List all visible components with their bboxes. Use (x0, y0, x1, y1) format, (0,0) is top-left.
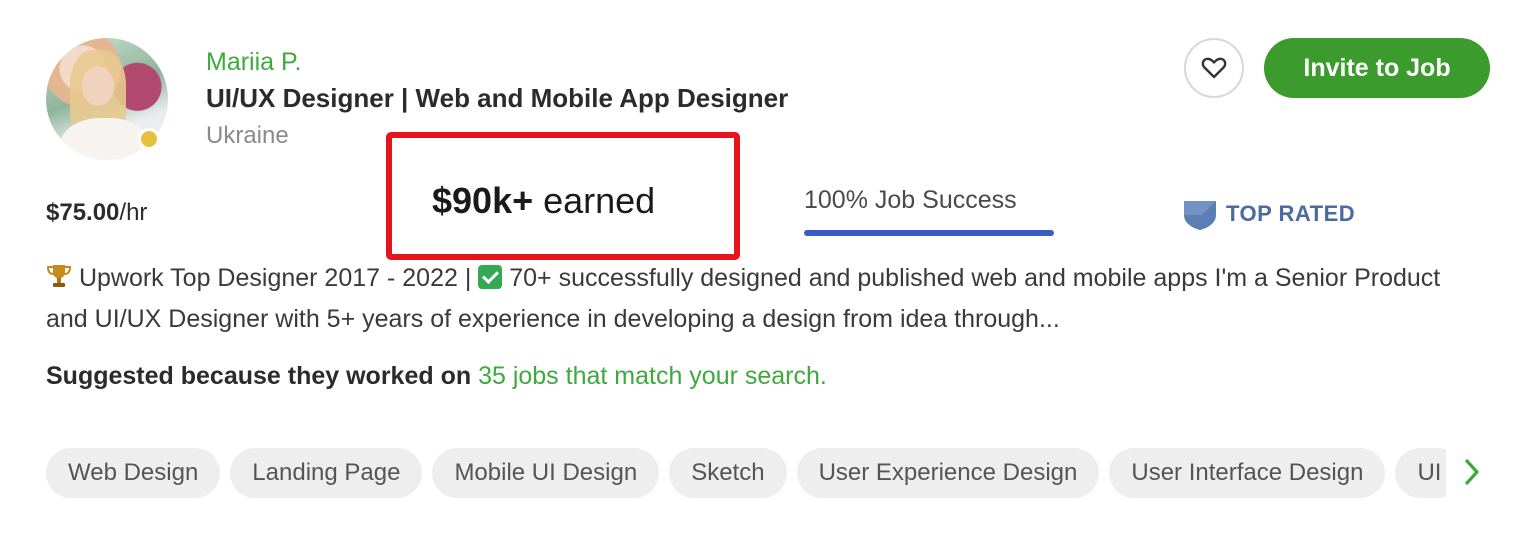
suggestion-prefix: Suggested because they worked on (46, 362, 479, 390)
earnings: $90k+ earned (432, 180, 655, 222)
skill-chip[interactable]: Web Design (46, 448, 221, 498)
avatar-face (82, 66, 114, 106)
hourly-rate: $75.00/hr (46, 199, 147, 227)
skill-chip[interactable]: UI (1395, 448, 1446, 498)
earnings-amount: $90k+ (432, 180, 534, 221)
earnings-label: earned (533, 180, 656, 221)
freelancer-name-link[interactable]: Mariia P. (206, 48, 301, 77)
top-rated-badge-icon (1184, 201, 1216, 230)
invite-to-job-button[interactable]: Invite to Job (1264, 38, 1490, 98)
heart-outline-icon (1201, 57, 1227, 79)
trophy-icon (46, 265, 72, 287)
matching-jobs-link[interactable]: 35 jobs that match your search. (478, 362, 827, 390)
suggestion-reason: Suggested because they worked on 35 jobs… (46, 362, 827, 391)
skill-chip[interactable]: Landing Page (230, 448, 423, 498)
hourly-rate-unit: /hr (119, 199, 148, 226)
job-success-bar (804, 230, 1054, 236)
skill-chip[interactable]: User Experience Design (796, 448, 1100, 498)
freelancer-location: Ukraine (206, 122, 289, 149)
freelancer-bio: Upwork Top Designer 2017 - 2022 | 70+ su… (46, 258, 1486, 340)
top-rated-badge: TOP RATED (1226, 201, 1356, 226)
skills-next-button[interactable] (1452, 452, 1492, 492)
checkmark-icon (478, 265, 503, 289)
skill-chip[interactable]: User Interface Design (1109, 448, 1386, 498)
bio-text-part1: Upwork Top Designer 2017 - 2022 | (72, 264, 479, 292)
avatar-shirt (60, 118, 150, 160)
job-success-score: 100% Job Success (804, 186, 1017, 214)
save-favorite-button[interactable] (1184, 38, 1244, 98)
hourly-rate-amount: $75.00 (46, 199, 120, 226)
skills-list: Web Design Landing Page Mobile UI Design… (46, 448, 1446, 498)
freelancer-card[interactable]: Mariia P. UI/UX Designer | Web and Mobil… (0, 0, 1526, 548)
freelancer-headline: UI/UX Designer | Web and Mobile App Desi… (206, 83, 789, 113)
skill-chip[interactable]: Sketch (669, 448, 787, 498)
status-dot (138, 128, 160, 150)
skill-chip[interactable]: Mobile UI Design (432, 448, 660, 498)
chevron-right-icon (1465, 459, 1479, 485)
